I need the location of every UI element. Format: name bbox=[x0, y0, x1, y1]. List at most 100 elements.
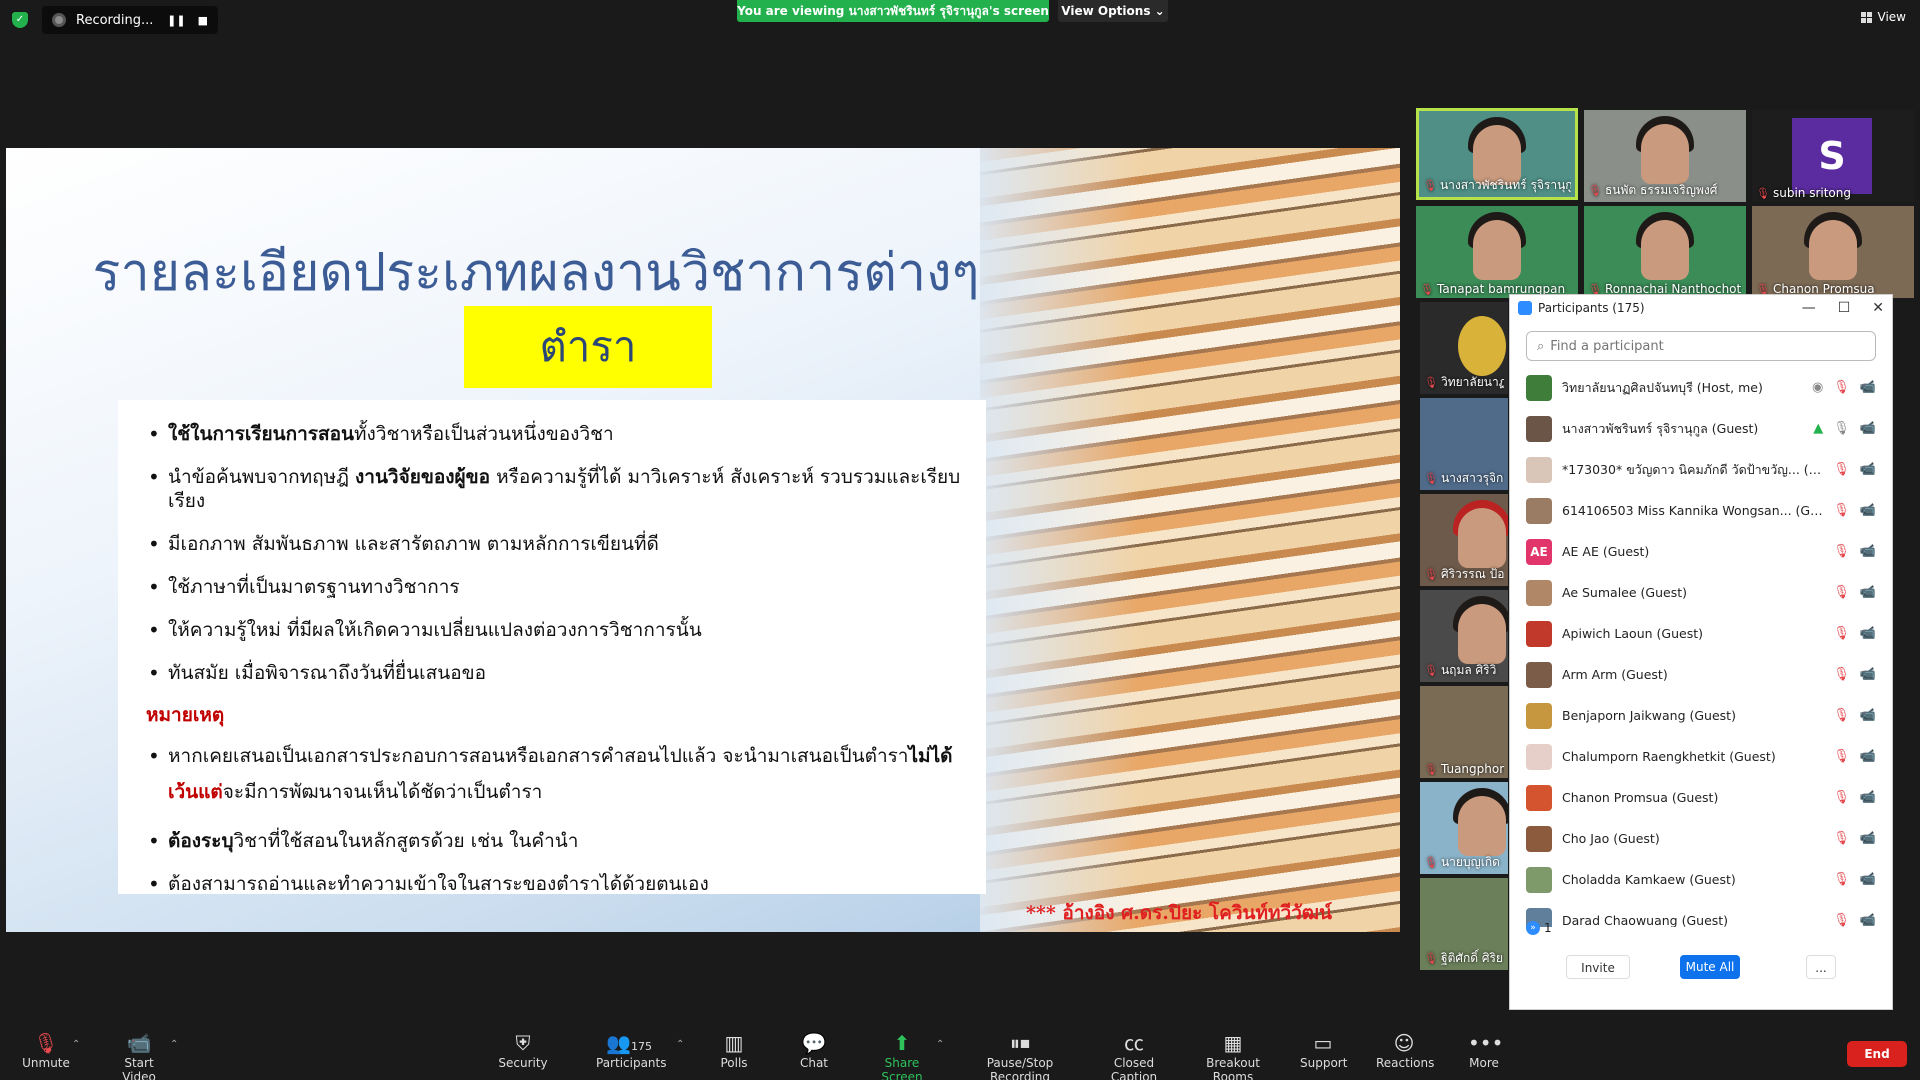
mic-muted-icon: 🎙 bbox=[1833, 462, 1850, 477]
maximize-icon[interactable]: ☐ bbox=[1838, 300, 1851, 316]
waiting-room-indicator[interactable]: » 1 bbox=[1526, 921, 1552, 935]
participant-row[interactable]: Chanon Promsua (Guest) 🎙 📹 bbox=[1510, 777, 1892, 818]
encryption-shield-icon[interactable]: ✓ bbox=[12, 12, 28, 28]
video-tile[interactable]: 🎙ฐิติศักดิ์ ศิริยาน bbox=[1420, 878, 1508, 970]
recording-dot-icon bbox=[52, 13, 66, 27]
search-input[interactable] bbox=[1550, 338, 1865, 354]
close-icon[interactable]: ✕ bbox=[1872, 300, 1884, 316]
video-tile[interactable]: 🎙 Ronnachai Nanthochot bbox=[1584, 206, 1746, 298]
video-icon: 📹 bbox=[1859, 421, 1876, 436]
participant-row[interactable]: Benjaporn Jaikwang (Guest) 🎙 📹 bbox=[1510, 695, 1892, 736]
participant-name: Cho Jao (Guest) bbox=[1562, 831, 1660, 846]
participant-list[interactable]: วิทยาลัยนาฏศิลปจันทบุรี (Host, me) ◉ 🎙 📹 นาง… bbox=[1510, 367, 1892, 927]
panel-header: Participants (175) — ☐ ✕ bbox=[1510, 295, 1892, 321]
more-button[interactable]: ••• More bbox=[1468, 1030, 1503, 1070]
video-options-caret[interactable]: ⌃ bbox=[170, 1036, 178, 1050]
video-tile[interactable]: 🎙 ธนพัต ธรรมเจริญพงศ์ bbox=[1584, 110, 1746, 202]
slide-content-box: ใช้ในการเรียนการสอนทั้งวิชาหรือเป็นส่วนห… bbox=[118, 400, 986, 896]
unmute-button[interactable]: 🎙 Unmute bbox=[22, 1030, 70, 1070]
tile-name: subin sritong bbox=[1772, 186, 1851, 200]
participant-name: *173030* ขวัญดาว นิคมภักดี วัดป้าขวัญ...… bbox=[1562, 461, 1824, 477]
view-label: View bbox=[1877, 10, 1906, 24]
video-off-icon: 📹 bbox=[1859, 667, 1876, 682]
share-options-caret[interactable]: ⌃ bbox=[936, 1036, 944, 1050]
mic-muted-icon: 🎙 bbox=[1424, 568, 1438, 581]
participant-row[interactable]: Choladda Kamkaew (Guest) 🎙 📹 bbox=[1510, 859, 1892, 900]
video-tile[interactable]: 🎙 Chanon Promsua bbox=[1752, 206, 1914, 298]
participant-row[interactable]: AE AE AE (Guest) 🎙 📹 bbox=[1510, 531, 1892, 572]
slide-bullet: มีเอกภาพ สัมพันธภาพ และสารัตถภาพ ตามหลัก… bbox=[148, 532, 962, 556]
search-box[interactable]: ⌕ bbox=[1526, 331, 1876, 361]
chat-button[interactable]: 💬 Chat bbox=[798, 1030, 830, 1070]
avatar bbox=[1526, 620, 1552, 647]
participants-panel: Participants (175) — ☐ ✕ ⌕ วิทยาลัยนาฏศิ… bbox=[1509, 294, 1893, 1010]
mic-icon: 🎙 bbox=[1833, 421, 1850, 436]
avatar bbox=[1526, 661, 1552, 688]
panel-title: Participants (175) bbox=[1538, 301, 1645, 315]
mic-muted-icon: 🎙 bbox=[1588, 184, 1602, 197]
slide-bullet: ใช้ภาษาที่เป็นมาตรฐานทางวิชาการ bbox=[148, 575, 962, 599]
note-bullet: ต้องระบุวิชาที่ใช้สอนในหลักสูตรด้วย เช่น… bbox=[148, 829, 962, 853]
slide-bullet: ทันสมัย เมื่อพิจารณาถึงวันที่ยื่นเสนอขอ bbox=[148, 661, 962, 685]
video-tile[interactable]: 🎙 วิทยาลัยนาฏ bbox=[1420, 302, 1508, 394]
closed-caption-button[interactable]: ㏄ Closed Caption bbox=[1092, 1030, 1176, 1080]
participant-row[interactable]: *173030* ขวัญดาว นิคมภักดี วัดป้าขวัญ...… bbox=[1510, 449, 1892, 490]
video-tile[interactable]: 🎙 นางสาวรุจิกา bbox=[1420, 398, 1508, 490]
video-tile[interactable]: S 🎙 subin sritong bbox=[1752, 110, 1914, 202]
video-tile[interactable]: 🎙 Tanapat bamrungpan bbox=[1416, 206, 1578, 298]
mic-muted-icon: 🎙 bbox=[1833, 831, 1850, 846]
video-off-icon: 📹 bbox=[1859, 585, 1876, 600]
end-meeting-button[interactable]: End bbox=[1847, 1041, 1907, 1067]
pause-recording-icon[interactable]: ❚❚ bbox=[167, 14, 185, 27]
video-off-icon: 📹 bbox=[1859, 462, 1876, 477]
start-video-button[interactable]: 📹 Start Video bbox=[106, 1030, 172, 1080]
search-icon: ⌕ bbox=[1537, 338, 1545, 354]
participants-button[interactable]: 👥175 Participants bbox=[596, 1030, 667, 1070]
participant-name: Apiwich Laoun (Guest) bbox=[1562, 626, 1703, 641]
participant-name: AE AE (Guest) bbox=[1562, 544, 1650, 559]
note-bullet: หากเคยเสนอเป็นเอกสารประกอบการสอนหรือเอกส… bbox=[148, 738, 962, 810]
invite-button[interactable]: Invite bbox=[1566, 955, 1630, 979]
mute-all-button[interactable]: Mute All bbox=[1680, 955, 1740, 979]
mic-muted-icon: 🎙 bbox=[1424, 952, 1438, 965]
mic-muted-icon: 🎙 bbox=[1424, 856, 1438, 869]
participants-options-caret[interactable]: ⌃ bbox=[676, 1036, 684, 1050]
share-screen-button[interactable]: ⬆ Share Screen bbox=[866, 1030, 938, 1080]
participant-row[interactable]: นางสาวพัชรินทร์ รุจิรานุกูล (Guest) ▲ 🎙 📹 bbox=[1510, 408, 1892, 449]
participant-name: Arm Arm (Guest) bbox=[1562, 667, 1668, 682]
view-options-button[interactable]: View Options ⌄ bbox=[1058, 0, 1168, 22]
participant-row[interactable]: Cho Jao (Guest) 🎙 📹 bbox=[1510, 818, 1892, 859]
audio-options-caret[interactable]: ⌃ bbox=[72, 1036, 80, 1050]
participant-name: Chalumporn Raengkhetkit (Guest) bbox=[1562, 749, 1776, 764]
bar-chart-icon: ▥ bbox=[724, 1031, 744, 1055]
avatar bbox=[1526, 579, 1552, 606]
mic-muted-icon: 🎙 bbox=[1424, 376, 1438, 389]
security-button[interactable]: ⛨ Security bbox=[498, 1030, 548, 1070]
participant-row[interactable]: Apiwich Laoun (Guest) 🎙 📹 bbox=[1510, 613, 1892, 654]
participant-row[interactable]: Ae Sumalee (Guest) 🎙 📹 bbox=[1510, 572, 1892, 613]
note-heading: หมายเหตุ bbox=[146, 704, 225, 726]
tile-name: Tuangphon bbox=[1440, 762, 1504, 776]
participant-row[interactable]: Chalumporn Raengkhetkit (Guest) 🎙 📹 bbox=[1510, 736, 1892, 777]
more-options-button[interactable]: ... bbox=[1806, 955, 1836, 979]
mic-muted-icon: 🎙 bbox=[33, 1031, 59, 1055]
video-tile[interactable]: 🎙 นางสาวพัชรินทร์ รุจิรานุกูล bbox=[1416, 108, 1578, 200]
participant-row[interactable]: Arm Arm (Guest) 🎙 📹 bbox=[1510, 654, 1892, 695]
mic-muted-icon: 🎙 bbox=[1833, 585, 1850, 600]
view-button[interactable]: View bbox=[1860, 10, 1906, 24]
reactions-button[interactable]: ☺ Reactions bbox=[1376, 1030, 1434, 1070]
breakout-rooms-button[interactable]: ▦ Breakout Rooms bbox=[1188, 1030, 1278, 1080]
mic-muted-icon: 🎙 bbox=[1833, 380, 1850, 395]
video-tile[interactable]: 🎙 นายบุญเกิด bbox=[1420, 782, 1508, 874]
participant-row[interactable]: 614106503 Miss Kannika Wongsan... (Guest… bbox=[1510, 490, 1892, 531]
minimize-icon[interactable]: — bbox=[1802, 300, 1816, 316]
panel-footer: » 1 Invite Mute All ... bbox=[1510, 919, 1892, 1009]
video-tile[interactable]: 🎙 ศิริวรรณ ป้อ bbox=[1420, 494, 1508, 586]
participant-row[interactable]: วิทยาลัยนาฏศิลปจันทบุรี (Host, me) ◉ 🎙 📹 bbox=[1510, 367, 1892, 408]
video-tile[interactable]: 🎙 นฤมล ศิริวิ bbox=[1420, 590, 1508, 682]
polls-button[interactable]: ▥ Polls bbox=[718, 1030, 750, 1070]
support-button[interactable]: ▭ Support bbox=[1300, 1030, 1347, 1070]
pause-stop-recording-button[interactable]: ⏸⏹ Pause/Stop Recording bbox=[960, 1030, 1080, 1080]
video-tile[interactable]: 🎙 Tuangphon bbox=[1420, 686, 1508, 778]
stop-recording-icon[interactable]: ■ bbox=[198, 14, 208, 27]
